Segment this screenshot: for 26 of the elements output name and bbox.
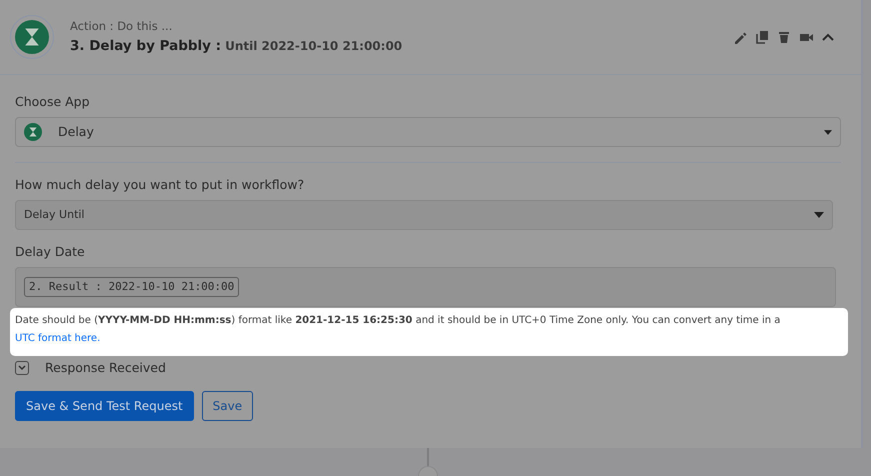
- app-select[interactable]: Delay: [15, 117, 841, 147]
- chevron-down-icon: [18, 365, 26, 372]
- toggle-label: Response Received: [45, 359, 166, 377]
- delay-type-select[interactable]: Delay Until: [15, 200, 833, 230]
- field-label: Choose App: [15, 94, 91, 110]
- utc-link[interactable]: UTC format here.: [15, 333, 100, 344]
- field-label: Delay Date: [15, 244, 86, 260]
- select-value: Delay: [58, 122, 94, 141]
- caret-icon: [824, 130, 832, 134]
- step-title: 3. Delay by Pabbly :: [70, 36, 222, 56]
- caret-icon: [814, 212, 824, 218]
- edit-icon[interactable]: [733, 30, 747, 44]
- copy-icon[interactable]: [755, 30, 769, 44]
- action-subtitle: Action : Do this ...: [70, 18, 174, 36]
- send-test-button[interactable]: Save & Send Test Request: [15, 390, 194, 421]
- hourglass-icon: [24, 123, 42, 141]
- save-button[interactable]: Save: [202, 390, 254, 421]
- field-label: How much delay you want to put in workflow?: [15, 177, 306, 193]
- trash-icon[interactable]: [777, 30, 791, 44]
- variable-token[interactable]: 2. Result : 2022-10-10 21:00:00: [24, 276, 240, 298]
- step-detail: Until 2022-10-10 21:00:00: [225, 38, 402, 54]
- hint-text: Date should be (YYYY-MM-DD HH:mm:ss) format like 2021-12-15 16:25:30 and it should be in UTC+0 Time Zone only. You can convert any time in a UTC format here.: [10, 308, 848, 356]
- hourglass-icon: [15, 20, 49, 54]
- select-value: Delay Until: [24, 206, 84, 223]
- expand-toggle[interactable]: [15, 361, 29, 376]
- delay-date-field[interactable]: 2. Result : 2022-10-10 21:00:00: [15, 267, 836, 307]
